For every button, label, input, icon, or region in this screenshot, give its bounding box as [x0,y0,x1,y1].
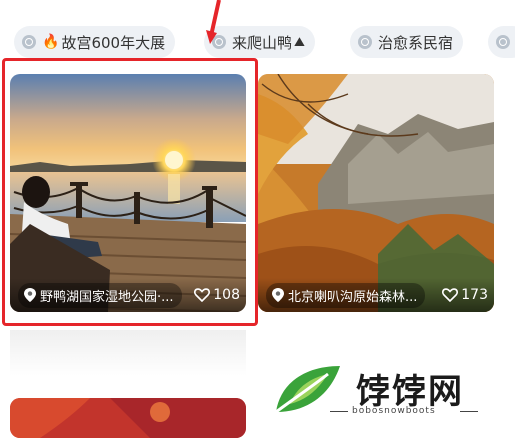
watermark-divider [330,411,348,412]
tag-more-partial[interactable] [488,26,515,58]
card-footer: 北京喇叭沟原始森林... 173 [258,278,494,312]
location-pin-icon [272,288,284,302]
watermark-logo: 饽饽网 bobosnowboots [270,360,510,422]
search-icon [496,35,510,49]
tag-label: 治愈系民宿 [378,33,454,52]
tag-label: 故宫600年大展 [61,33,166,52]
search-icon [22,35,36,49]
card-spacer [10,330,246,376]
watermark-subtitle: bobosnowboots [352,406,436,416]
post-card-partial[interactable] [10,398,246,438]
post-card-forest[interactable]: 北京喇叭沟原始森林... 173 [258,74,494,312]
highlight-box [2,58,258,326]
tag-label: 来爬山鸭 [232,33,293,52]
search-icon [358,35,372,49]
like-button[interactable]: 173 [442,287,488,303]
search-tag-row: 🔥 故宫600年大展 来爬山鸭 ⛰ 治愈系民宿 [0,26,515,60]
tag-healing-homestay[interactable]: 治愈系民宿 [350,26,464,58]
mountain-icon: ⛰ [294,34,305,50]
annotation-arrow-icon [206,0,221,44]
card-image-red-leaves [10,398,246,438]
location-label: 北京喇叭沟原始森林... [288,289,418,305]
location-tag[interactable]: 北京喇叭沟原始森林... [266,282,426,308]
like-count: 173 [461,287,488,303]
watermark-divider [460,411,478,412]
fire-icon: 🔥 [42,34,60,50]
tag-forbidden-city[interactable]: 🔥 故宫600年大展 [14,26,176,58]
card-image-autumn-mountain [258,74,494,312]
heart-icon [442,288,459,302]
